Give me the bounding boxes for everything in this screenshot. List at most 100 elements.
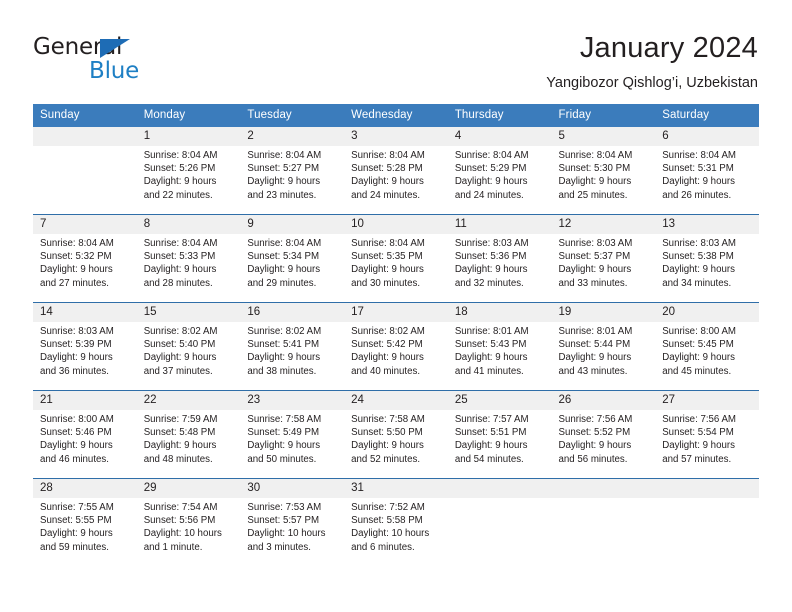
sunset-time: Sunset: 5:54 PM — [662, 427, 734, 439]
day-cell[interactable]: Sunrise: 8:04 AM Sunset: 5:26 PM Daylight:… — [136, 146, 241, 214]
day-number[interactable]: 3 — [344, 127, 448, 146]
day-number[interactable]: 18 — [447, 303, 552, 322]
day-cell[interactable]: Sunrise: 8:03 AM Sunset: 5:37 PM Daylight:… — [551, 234, 656, 302]
day-number[interactable]: 9 — [240, 215, 345, 234]
day-cell[interactable]: Sunrise: 8:03 AM Sunset: 5:39 PM Daylight:… — [33, 322, 137, 390]
day-number[interactable]: 21 — [33, 391, 137, 410]
day-cell[interactable]: Sunrise: 8:03 AM Sunset: 5:38 PM Daylight:… — [655, 234, 759, 302]
day-cell[interactable]: Sunrise: 8:01 AM Sunset: 5:43 PM Daylight:… — [447, 322, 552, 390]
day-detail-row: Sunrise: 8:04 AM Sunset: 5:32 PM Daylight:… — [33, 234, 759, 302]
sunrise-time: Sunrise: 8:03 AM — [40, 326, 114, 337]
sunset-time: Sunset: 5:38 PM — [662, 251, 734, 263]
sunset-time: Sunset: 5:55 PM — [40, 515, 112, 527]
day-number[interactable]: 7 — [33, 215, 137, 234]
day-number[interactable]: 14 — [33, 303, 137, 322]
day-cell[interactable]: Sunrise: 7:58 AM Sunset: 5:50 PM Daylight:… — [344, 410, 448, 478]
day-cell[interactable]: Sunrise: 7:54 AM Sunset: 5:56 PM Daylight:… — [136, 498, 241, 566]
day-number-empty — [655, 479, 759, 498]
sunset-time: Sunset: 5:41 PM — [247, 339, 320, 351]
daylight-duration-line1: Daylight: 9 hours — [662, 440, 735, 452]
day-cell[interactable]: Sunrise: 8:04 AM Sunset: 5:27 PM Daylight:… — [240, 146, 345, 214]
daylight-duration-line1: Daylight: 9 hours — [40, 352, 113, 364]
daylight-duration-line1: Daylight: 9 hours — [247, 352, 321, 364]
page-subtitle: Yangibozor Qishlog’i, Uzbekistan — [546, 75, 758, 91]
day-cell-empty — [551, 498, 656, 566]
day-number[interactable]: 30 — [240, 479, 345, 498]
day-number[interactable]: 22 — [136, 391, 241, 410]
day-cell[interactable]: Sunrise: 7:55 AM Sunset: 5:55 PM Daylight:… — [33, 498, 137, 566]
day-cell[interactable]: Sunrise: 8:04 AM Sunset: 5:30 PM Daylight:… — [551, 146, 656, 214]
day-cell-empty — [655, 498, 759, 566]
sunset-time: Sunset: 5:46 PM — [40, 427, 112, 439]
weekday-header-wednesday: Wednesday — [344, 104, 448, 127]
day-number[interactable]: 29 — [136, 479, 241, 498]
day-cell[interactable]: Sunrise: 8:04 AM Sunset: 5:31 PM Daylight:… — [655, 146, 759, 214]
day-cell[interactable]: Sunrise: 7:56 AM Sunset: 5:54 PM Daylight:… — [655, 410, 759, 478]
daylight-duration-line1: Daylight: 9 hours — [454, 352, 528, 364]
daylight-duration-line1: Daylight: 9 hours — [454, 264, 528, 276]
day-cell[interactable]: Sunrise: 7:57 AM Sunset: 5:51 PM Daylight:… — [447, 410, 552, 478]
daylight-duration-line2: and 24 minutes. — [351, 189, 421, 201]
day-cell[interactable]: Sunrise: 8:04 AM Sunset: 5:32 PM Daylight:… — [33, 234, 137, 302]
day-number[interactable]: 16 — [240, 303, 345, 322]
daylight-duration-line2: and 43 minutes. — [558, 365, 628, 377]
day-cell[interactable]: Sunrise: 8:04 AM Sunset: 5:33 PM Daylight:… — [136, 234, 241, 302]
day-number[interactable]: 20 — [655, 303, 759, 322]
day-cell[interactable]: Sunrise: 7:56 AM Sunset: 5:52 PM Daylight:… — [551, 410, 656, 478]
day-number[interactable]: 5 — [551, 127, 656, 146]
sunset-time: Sunset: 5:52 PM — [558, 427, 631, 439]
day-number[interactable]: 12 — [551, 215, 656, 234]
daylight-duration-line1: Daylight: 10 hours — [143, 528, 222, 540]
daylight-duration-line2: and 27 minutes. — [40, 277, 109, 289]
day-cell[interactable]: Sunrise: 8:00 AM Sunset: 5:45 PM Daylight:… — [655, 322, 759, 390]
day-number[interactable]: 6 — [655, 127, 759, 146]
day-number[interactable]: 24 — [344, 391, 448, 410]
day-detail-row: Sunrise: 8:04 AM Sunset: 5:26 PM Daylight:… — [33, 146, 759, 214]
sunset-time: Sunset: 5:48 PM — [143, 427, 216, 439]
day-cell[interactable]: Sunrise: 7:59 AM Sunset: 5:48 PM Daylight:… — [136, 410, 241, 478]
daylight-duration-line1: Daylight: 9 hours — [662, 176, 735, 188]
day-cell[interactable]: Sunrise: 8:04 AM Sunset: 5:28 PM Daylight:… — [344, 146, 448, 214]
day-cell[interactable]: Sunrise: 8:04 AM Sunset: 5:34 PM Daylight:… — [240, 234, 345, 302]
day-number[interactable]: 4 — [447, 127, 552, 146]
general-blue-logo[interactable]: General Blue — [33, 34, 233, 90]
day-number[interactable]: 2 — [240, 127, 345, 146]
day-number[interactable]: 11 — [447, 215, 552, 234]
day-number[interactable]: 23 — [240, 391, 345, 410]
weekday-header-saturday: Saturday — [655, 104, 759, 127]
day-cell[interactable]: Sunrise: 8:03 AM Sunset: 5:36 PM Daylight:… — [447, 234, 552, 302]
day-number[interactable]: 8 — [136, 215, 241, 234]
day-number[interactable]: 10 — [344, 215, 448, 234]
day-number[interactable]: 13 — [655, 215, 759, 234]
daylight-duration-line1: Daylight: 9 hours — [558, 440, 632, 452]
day-number[interactable]: 27 — [655, 391, 759, 410]
day-cell[interactable]: Sunrise: 7:53 AM Sunset: 5:57 PM Daylight:… — [240, 498, 345, 566]
day-number[interactable]: 17 — [344, 303, 448, 322]
day-cell[interactable]: Sunrise: 8:02 AM Sunset: 5:40 PM Daylight:… — [136, 322, 241, 390]
calendar-body: 1 2 3 4 5 6 Sunrise: 8:04 AM Sunset: 5:26 PM Day… — [33, 127, 759, 566]
day-number[interactable]: 31 — [344, 479, 448, 498]
day-number[interactable]: 19 — [551, 303, 656, 322]
sunset-time: Sunset: 5:56 PM — [143, 515, 216, 527]
day-number[interactable]: 25 — [447, 391, 552, 410]
day-cell[interactable]: Sunrise: 8:00 AM Sunset: 5:46 PM Daylight:… — [33, 410, 137, 478]
day-cell[interactable]: Sunrise: 8:02 AM Sunset: 5:42 PM Daylight:… — [344, 322, 448, 390]
day-number[interactable]: 26 — [551, 391, 656, 410]
logo-text-blue: Blue — [89, 58, 140, 84]
day-number[interactable]: 1 — [136, 127, 241, 146]
sunset-time: Sunset: 5:37 PM — [558, 251, 631, 263]
day-cell[interactable]: Sunrise: 8:04 AM Sunset: 5:35 PM Daylight:… — [344, 234, 448, 302]
day-number[interactable]: 28 — [33, 479, 137, 498]
day-detail-row: Sunrise: 7:55 AM Sunset: 5:55 PM Daylight:… — [33, 498, 759, 566]
day-cell[interactable]: Sunrise: 7:58 AM Sunset: 5:49 PM Daylight:… — [240, 410, 345, 478]
sunrise-time: Sunrise: 8:00 AM — [662, 326, 736, 337]
daylight-duration-line2: and 41 minutes. — [454, 365, 524, 377]
day-cell[interactable]: Sunrise: 8:01 AM Sunset: 5:44 PM Daylight:… — [551, 322, 656, 390]
day-cell[interactable]: Sunrise: 7:52 AM Sunset: 5:58 PM Daylight:… — [344, 498, 448, 566]
day-cell[interactable]: Sunrise: 8:02 AM Sunset: 5:41 PM Daylight:… — [240, 322, 345, 390]
day-cell[interactable]: Sunrise: 8:04 AM Sunset: 5:29 PM Daylight:… — [447, 146, 552, 214]
sunrise-time: Sunrise: 8:04 AM — [247, 150, 322, 161]
day-number[interactable]: 15 — [136, 303, 241, 322]
sunrise-time: Sunrise: 7:59 AM — [143, 414, 218, 425]
sunrise-time: Sunrise: 7:55 AM — [40, 502, 114, 513]
